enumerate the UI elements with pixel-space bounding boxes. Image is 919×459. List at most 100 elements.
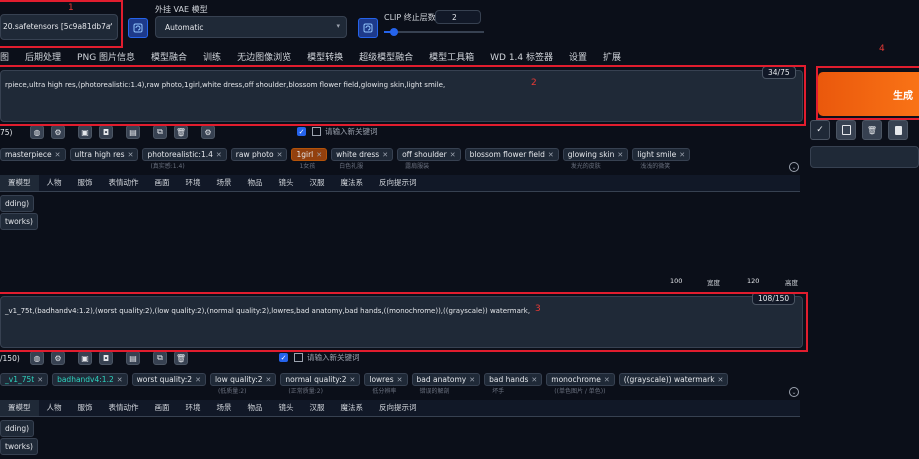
category-tab[interactable]: 镜头: [271, 175, 302, 191]
close-icon[interactable]: ✕: [117, 376, 123, 384]
gear-icon[interactable]: ⚙: [51, 351, 65, 365]
category-tab[interactable]: 表情动作: [101, 175, 147, 191]
category-tab[interactable]: 服饰: [70, 400, 101, 416]
tab-extensions[interactable]: 扩展: [595, 49, 629, 67]
bookmark-icon[interactable]: ◘: [99, 125, 113, 139]
category-tab[interactable]: 魔法系: [333, 400, 372, 416]
tag-chip[interactable]: badhandv4:1.2 ✕: [52, 373, 128, 386]
style-select[interactable]: [810, 146, 919, 168]
tag-chip[interactable]: blossom flower field ✕: [464, 148, 559, 161]
prompt-tag[interactable]: monochrome ✕ ((单色图片 / 单色)): [546, 373, 615, 395]
prompt-tag[interactable]: raw photo ✕: [230, 148, 288, 170]
category-tab[interactable]: 镜头: [271, 400, 302, 416]
clip-slider-thumb[interactable]: [390, 28, 398, 36]
tab-super-merger[interactable]: 超级模型融合: [351, 49, 421, 67]
close-icon[interactable]: ✕: [37, 376, 43, 384]
copy-icon[interactable]: ⧉: [153, 351, 167, 365]
apply-style-button[interactable]: ✓: [810, 120, 830, 140]
category-tab[interactable]: 物品: [240, 400, 271, 416]
category-tab[interactable]: 表情动作: [101, 400, 147, 416]
tag-chip[interactable]: bad anatomy ✕: [411, 373, 481, 386]
close-icon[interactable]: ✕: [55, 151, 61, 159]
tag-chip[interactable]: worst quality:2 ✕: [131, 373, 206, 386]
check-icon[interactable]: ✓: [297, 127, 306, 136]
positive-keyword-input[interactable]: ✓ 请输入新关键词: [297, 126, 378, 137]
collapse-icon[interactable]: ⌄: [789, 387, 799, 397]
tab-extras[interactable]: 后期处理: [17, 49, 69, 67]
tag-chip[interactable]: white dress ✕: [331, 148, 394, 161]
category-tab[interactable]: 置模型: [0, 400, 39, 416]
prompt-tag[interactable]: low quality:2 ✕ (低质量:2): [209, 373, 277, 395]
tag-chip[interactable]: glowing skin ✕: [562, 148, 629, 161]
collapse-icon[interactable]: ⌄: [789, 162, 799, 172]
category-tab[interactable]: 汉服: [302, 400, 333, 416]
close-icon[interactable]: ✕: [316, 151, 322, 159]
close-icon[interactable]: ✕: [604, 376, 610, 384]
category-tab[interactable]: 反向提示词: [371, 175, 425, 191]
category-tab[interactable]: 环境: [178, 175, 209, 191]
close-icon[interactable]: ✕: [128, 151, 134, 159]
globe-icon[interactable]: ◍: [30, 125, 44, 139]
tag-chip[interactable]: _v1_75t ✕: [0, 373, 49, 386]
category-tab[interactable]: 人物: [39, 175, 70, 191]
prompt-tag[interactable]: bad anatomy ✕ 错误的解剖: [411, 373, 481, 395]
hypernetworks-button[interactable]: tworks): [0, 438, 38, 455]
save-style-button[interactable]: [888, 120, 908, 140]
close-icon[interactable]: ✕: [397, 376, 403, 384]
delete-style-button[interactable]: 🗑: [862, 120, 882, 140]
tab-model-converter[interactable]: 模型转换: [299, 49, 351, 67]
category-tab[interactable]: 环境: [178, 400, 209, 416]
tag-chip[interactable]: ((grayscale)) watermark ✕: [618, 373, 729, 386]
tag-chip[interactable]: off shoulder ✕: [397, 148, 461, 161]
close-icon[interactable]: ✕: [469, 376, 475, 384]
close-icon[interactable]: ✕: [531, 376, 537, 384]
category-tab[interactable]: 场景: [209, 400, 240, 416]
generate-button[interactable]: 生成: [818, 72, 919, 116]
tag-chip[interactable]: light smile ✕: [632, 148, 691, 161]
prompt-tag[interactable]: 1girl ✕ 1女孩: [291, 148, 328, 170]
tag-chip[interactable]: photorealistic:1.4 ✕: [142, 148, 227, 161]
check-icon[interactable]: ✓: [279, 353, 288, 362]
negative-keyword-input[interactable]: ✓ 请输入新关键词: [279, 352, 360, 363]
close-icon[interactable]: ✕: [718, 376, 724, 384]
close-icon[interactable]: ✕: [277, 151, 283, 159]
close-icon[interactable]: ✕: [450, 151, 456, 159]
embedding-button[interactable]: dding): [0, 420, 35, 437]
checkpoint-select[interactable]: 20.safetensors [5c9a81db7a' ▾: [0, 14, 118, 40]
tag-chip[interactable]: 1girl ✕: [291, 148, 328, 161]
prompt-tag[interactable]: bad hands ✕ 坏手: [484, 373, 543, 395]
prompt-tag[interactable]: off shoulder ✕ 露肩服装: [397, 148, 461, 170]
tag-chip[interactable]: raw photo ✕: [230, 148, 288, 161]
category-tab[interactable]: 场景: [209, 175, 240, 191]
trash-icon[interactable]: 🗑: [174, 125, 188, 139]
tab-png-info[interactable]: PNG 图片信息: [69, 49, 143, 67]
refresh-vae-button[interactable]: [358, 18, 378, 38]
image-icon[interactable]: ▣: [78, 125, 92, 139]
clip-number-input[interactable]: 2: [435, 10, 481, 24]
positive-prompt-textarea[interactable]: rpiece,ultra high res,(photorealistic:1.…: [0, 70, 803, 122]
category-tab[interactable]: 物品: [240, 175, 271, 191]
close-icon[interactable]: ✕: [266, 376, 272, 384]
prompt-tag[interactable]: blossom flower field ✕: [464, 148, 559, 170]
category-tab[interactable]: 服饰: [70, 175, 101, 191]
picture-icon[interactable]: ▤: [126, 351, 140, 365]
refresh-checkpoint-button[interactable]: [128, 18, 148, 38]
tag-chip[interactable]: low quality:2 ✕: [209, 373, 277, 386]
category-tab[interactable]: 置模型: [0, 175, 39, 191]
category-tab[interactable]: 画面: [147, 175, 178, 191]
prompt-tag[interactable]: worst quality:2 ✕: [131, 373, 206, 395]
prompt-tag[interactable]: ultra high res ✕: [69, 148, 139, 170]
prompt-tag[interactable]: lowres ✕ 低分辨率: [364, 373, 408, 395]
prompt-tag[interactable]: badhandv4:1.2 ✕: [52, 373, 128, 395]
category-tab[interactable]: 魔法系: [333, 175, 372, 191]
tag-chip[interactable]: lowres ✕: [364, 373, 408, 386]
tab-checkpoint-merger[interactable]: 模型融合: [143, 49, 195, 67]
tag-chip[interactable]: bad hands ✕: [484, 373, 543, 386]
prompt-tag[interactable]: glowing skin ✕ 发光的皮肤: [562, 148, 629, 170]
tag-chip[interactable]: normal quality:2 ✕: [280, 373, 361, 386]
gear-icon[interactable]: ⚙: [51, 125, 65, 139]
image-icon[interactable]: ▣: [78, 351, 92, 365]
copy-icon[interactable]: ⧉: [153, 125, 167, 139]
tag-chip[interactable]: masterpiece ✕: [0, 148, 66, 161]
tab-train[interactable]: 训练: [195, 49, 229, 67]
